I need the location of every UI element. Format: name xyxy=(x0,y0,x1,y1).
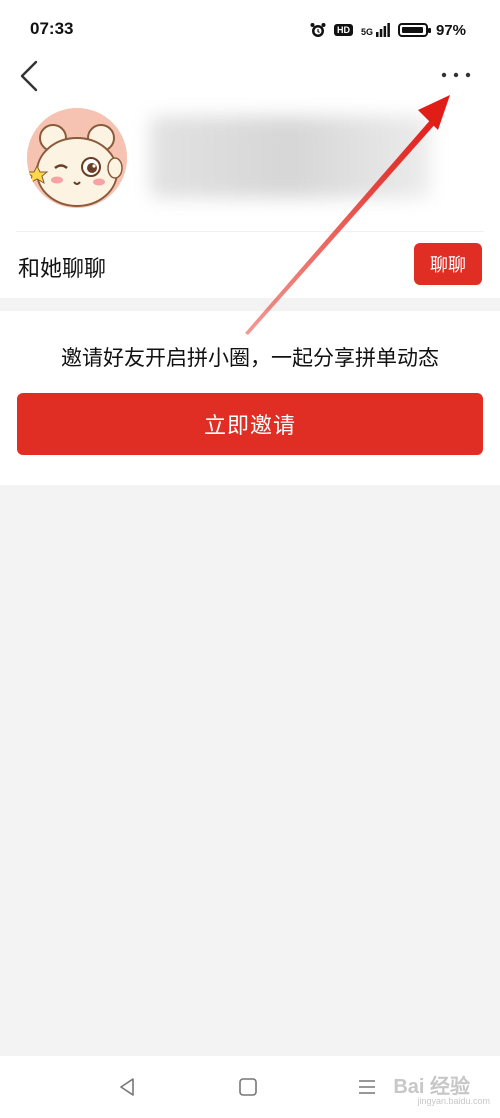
network-type: 5G xyxy=(360,27,373,37)
battery-percent: 97% xyxy=(435,21,466,39)
profile-header: 和她聊聊 聊聊 xyxy=(0,58,500,298)
alarm-icon xyxy=(310,23,326,37)
avatar[interactable] xyxy=(27,108,127,208)
battery-icon xyxy=(397,23,431,37)
nav-menu-icon[interactable] xyxy=(357,1077,377,1097)
chat-label: 和她聊聊 xyxy=(18,257,107,282)
watermark-brand: Bai 经验 xyxy=(393,1076,470,1098)
divider xyxy=(16,231,484,232)
invite-text: 邀请好友开启拼小圈，一起分享拼单动态 xyxy=(61,346,439,370)
signal-icon xyxy=(375,23,390,37)
network-indicator: 5G xyxy=(361,23,390,37)
invite-button[interactable]: 立即邀请 xyxy=(17,393,483,455)
system-nav-bar: Bai 经验 jingyan.baidu.com xyxy=(0,1056,500,1118)
more-button[interactable] xyxy=(436,58,476,92)
nav-home-icon[interactable] xyxy=(238,1077,258,1097)
status-time: 07:33 xyxy=(30,19,74,38)
chat-button[interactable]: 聊聊 xyxy=(414,243,482,285)
bear-avatar-icon xyxy=(27,108,127,208)
nav-back-icon[interactable] xyxy=(117,1076,137,1098)
status-icons: HD 5G 97% xyxy=(310,19,466,41)
chevron-left-icon xyxy=(20,60,38,92)
status-bar: 07:33 HD 5G 97% xyxy=(0,0,500,58)
more-dots-icon xyxy=(441,72,471,78)
back-button[interactable] xyxy=(14,58,48,98)
watermark-url: jingyan.baidu.com xyxy=(417,1096,490,1106)
hd-badge: HD xyxy=(333,24,353,36)
invite-card: 邀请好友开启拼小圈，一起分享拼单动态 立即邀请 xyxy=(0,311,500,485)
username-blurred xyxy=(150,116,430,198)
